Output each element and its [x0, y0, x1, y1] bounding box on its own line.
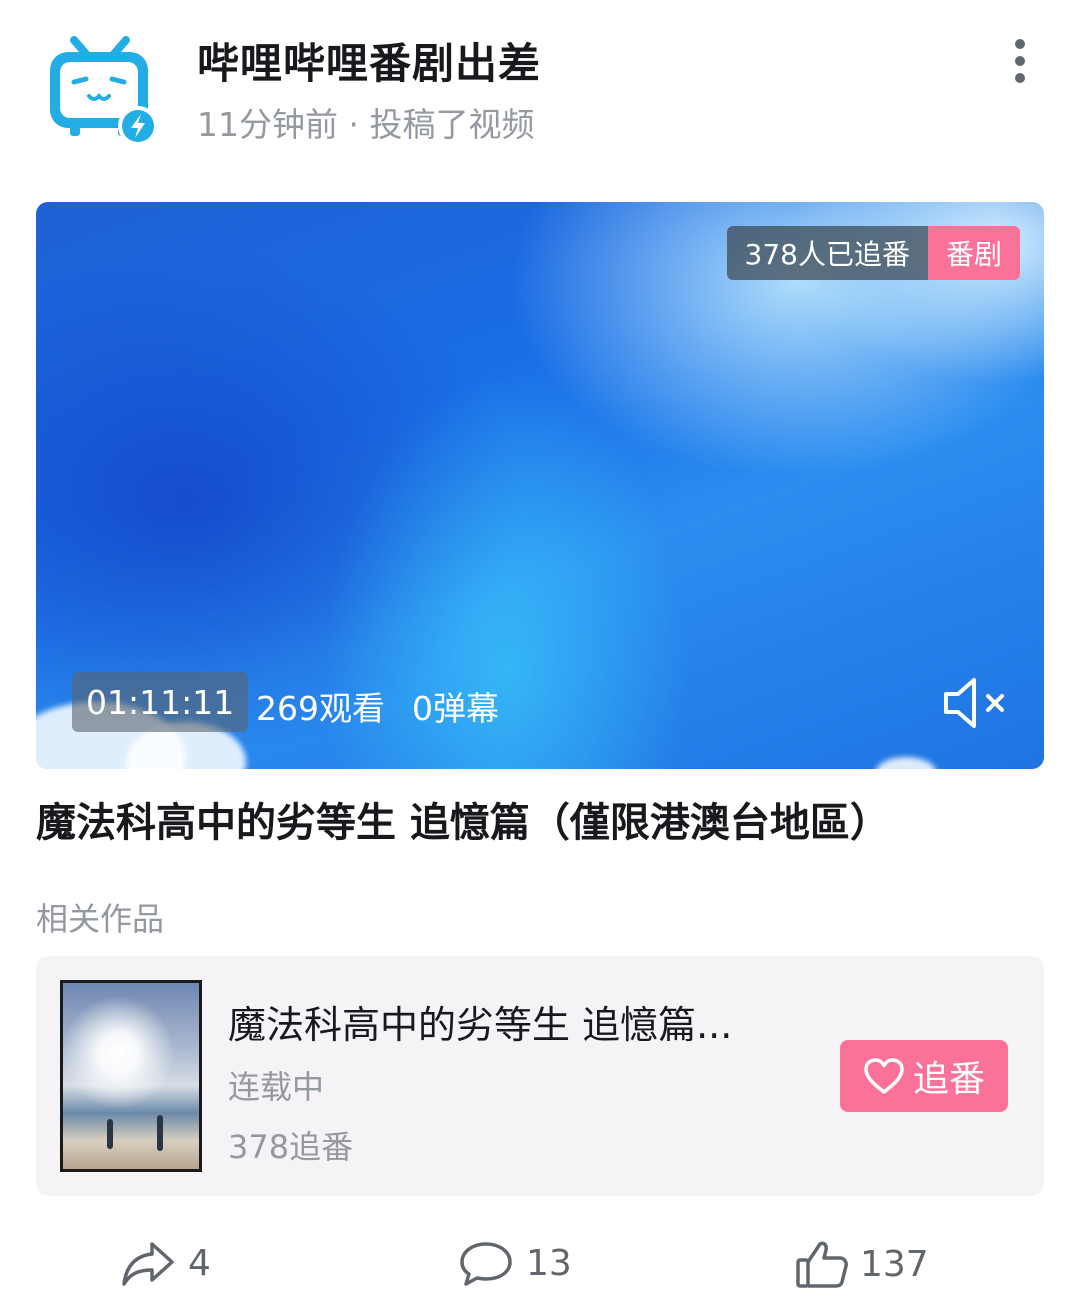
share-count: 4 — [188, 1242, 211, 1284]
heart-icon — [864, 1058, 904, 1094]
video-player[interactable]: 378人已追番 番剧 01:11:11 269观看 0弹幕 — [36, 202, 1044, 769]
work-status: 连载中 — [228, 1068, 325, 1106]
follow-count-badge: 378人已追番 — [726, 226, 928, 280]
author-avatar[interactable] — [42, 30, 160, 148]
mute-icon[interactable] — [940, 672, 1012, 734]
comment-count: 13 — [526, 1242, 572, 1284]
like-action[interactable]: 137 — [794, 1238, 929, 1290]
follow-button[interactable]: 追番 — [840, 1040, 1008, 1112]
post-meta: 11分钟前 · 投稿了视频 — [197, 105, 535, 144]
cloud-decoration — [876, 757, 936, 769]
video-badges: 378人已追番 番剧 — [726, 226, 1020, 280]
danmaku-count: 0弹幕 — [412, 689, 499, 728]
work-cover-image[interactable] — [60, 980, 202, 1172]
bilibili-tv-logo-icon — [50, 36, 158, 146]
like-count: 137 — [860, 1243, 929, 1285]
related-work-card[interactable]: 魔法科高中的劣等生 追憶篇... 连载中 378追番 追番 — [36, 956, 1044, 1196]
cover-figure — [157, 1115, 163, 1151]
author-name[interactable]: 哔哩哔哩番剧出差 — [197, 30, 541, 91]
share-action[interactable]: 4 — [120, 1238, 211, 1288]
follow-button-label: 追番 — [912, 1059, 985, 1100]
cover-figure — [107, 1119, 113, 1149]
action-bar: 4 13 137 — [0, 1230, 1080, 1310]
post-header: 哔哩哔哩番剧出差 11分钟前 · 投稿了视频 — [0, 0, 1080, 180]
duration-label: 01:11:11 — [72, 672, 249, 732]
related-works-label: 相关作品 — [36, 900, 165, 938]
view-count: 269观看 — [256, 689, 385, 728]
work-title[interactable]: 魔法科高中的劣等生 追憶篇... — [228, 994, 732, 1049]
share-icon — [122, 1242, 174, 1286]
thumbs-up-icon — [796, 1241, 848, 1288]
video-title[interactable]: 魔法科高中的劣等生 追憶篇（僅限港澳台地區） — [36, 790, 1044, 848]
more-options-icon[interactable] — [1000, 36, 1040, 86]
work-follow-count: 378追番 — [228, 1128, 354, 1166]
type-badge: 番剧 — [927, 226, 1020, 280]
comment-icon — [460, 1242, 512, 1286]
comment-action[interactable]: 13 — [456, 1238, 572, 1288]
